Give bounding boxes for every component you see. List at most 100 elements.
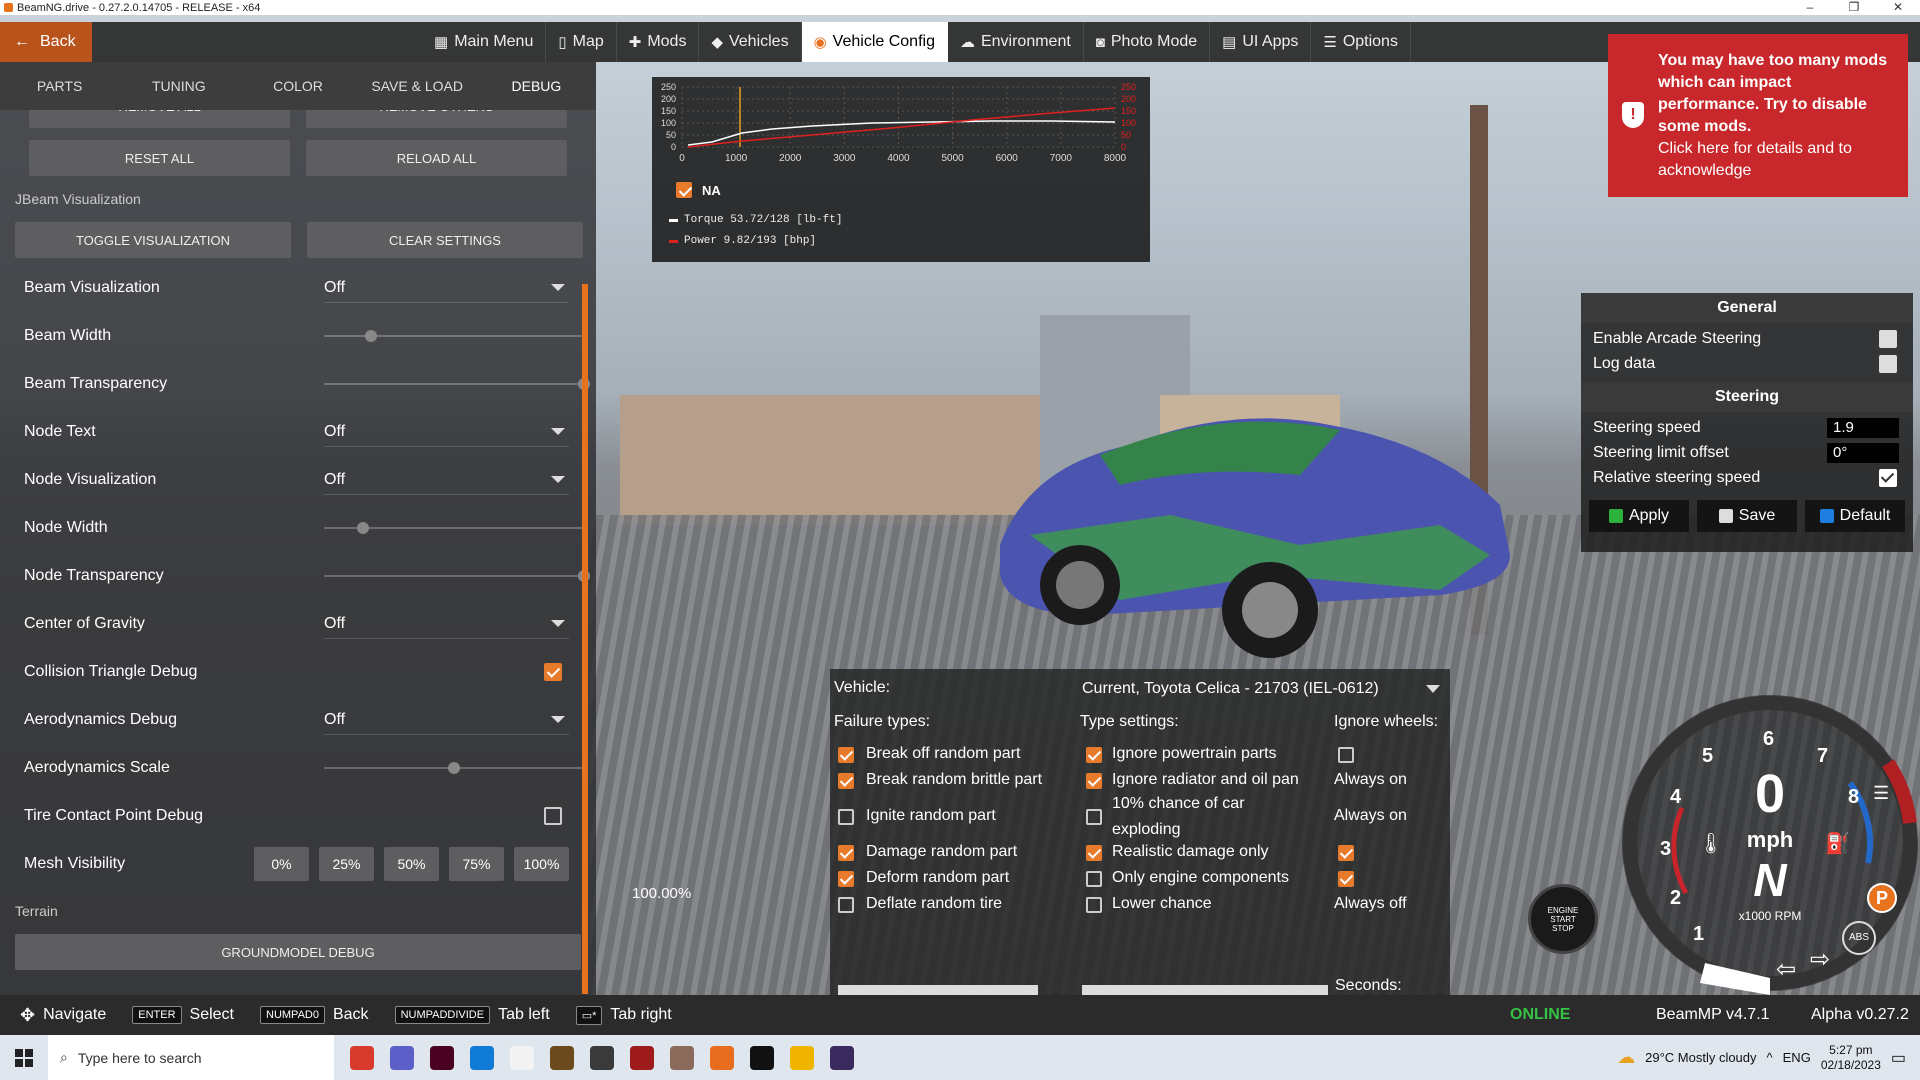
nav-environment[interactable]: ☁ Environment xyxy=(948,22,1084,62)
remove-all-button[interactable]: REMOVE ALL xyxy=(29,110,290,128)
failure-action-button[interactable] xyxy=(1082,985,1328,995)
engine-start-stop-button[interactable]: ENGINE START STOP xyxy=(1528,884,1598,954)
log-data-checkbox[interactable] xyxy=(1879,354,1897,373)
arcade-steering-checkbox[interactable] xyxy=(1879,329,1897,348)
chevron-up-icon[interactable]: ^ xyxy=(1767,1050,1773,1065)
steering-speed-input[interactable]: 1.9 xyxy=(1827,417,1899,438)
taskbar-app[interactable] xyxy=(782,1035,822,1080)
taskbar-app[interactable] xyxy=(662,1035,702,1080)
vehicle-config-icon: ◉ xyxy=(813,34,827,51)
slider-handle[interactable] xyxy=(448,762,460,774)
speed-unit: mph xyxy=(1746,827,1794,852)
tab-tuning[interactable]: TUNING xyxy=(119,78,238,94)
type-setting-checkbox[interactable] xyxy=(1086,845,1102,861)
maximize-button[interactable]: ❐ xyxy=(1832,0,1876,15)
center-of-gravity-select[interactable]: Off xyxy=(324,609,569,639)
slider-handle[interactable] xyxy=(364,330,377,342)
taskbar-app[interactable] xyxy=(382,1035,422,1080)
ignore-wheels-checkbox[interactable] xyxy=(1338,747,1354,763)
start-button[interactable] xyxy=(0,1035,48,1080)
nav-vehicles[interactable]: ◆ Vehicles xyxy=(699,22,802,62)
minimize-button[interactable]: – xyxy=(1788,0,1832,15)
ignore-wheels-checkbox[interactable] xyxy=(1338,845,1354,861)
aerodynamics-debug-select[interactable]: Off xyxy=(324,705,569,735)
collision-triangle-checkbox[interactable] xyxy=(544,663,562,681)
ignore-wheels-value[interactable]: Always off xyxy=(1334,895,1407,913)
type-setting-checkbox[interactable] xyxy=(1086,809,1102,825)
mods-warning-banner[interactable]: ! You may have too many mods which can i… xyxy=(1608,34,1908,197)
nav-photo-mode[interactable]: ◙ Photo Mode xyxy=(1084,22,1211,62)
taskbar-app[interactable] xyxy=(582,1035,622,1080)
nav-main-menu[interactable]: ▦ Main Menu xyxy=(422,22,547,62)
beam-visualization-select[interactable]: Off xyxy=(324,273,569,303)
ignore-wheels-value[interactable]: Always on xyxy=(1334,807,1407,825)
beam-width-slider[interactable] xyxy=(324,330,584,342)
failure-type-checkbox[interactable] xyxy=(838,773,854,789)
node-transparency-slider[interactable] xyxy=(324,570,590,582)
panel-scrollbar[interactable] xyxy=(582,284,588,994)
taskbar-app[interactable] xyxy=(742,1035,782,1080)
beam-transparency-slider[interactable] xyxy=(324,378,590,390)
mesh-50-button[interactable]: 50% xyxy=(384,847,439,881)
na-checkbox[interactable] xyxy=(676,182,692,198)
remove-others-button[interactable]: REMOVE OTHERS xyxy=(306,110,567,128)
tab-parts[interactable]: PARTS xyxy=(0,78,119,94)
failure-type-checkbox[interactable] xyxy=(838,897,854,913)
taskbar-app[interactable] xyxy=(622,1035,662,1080)
taskbar-app[interactable] xyxy=(342,1035,382,1080)
close-button[interactable]: ✕ xyxy=(1876,0,1920,15)
reload-all-button[interactable]: RELOAD ALL xyxy=(306,140,567,176)
nav-map[interactable]: ▯ Map xyxy=(546,22,617,62)
node-width-slider[interactable] xyxy=(324,522,584,534)
type-setting-checkbox[interactable] xyxy=(1086,897,1102,913)
steering-limit-input[interactable]: 0° xyxy=(1827,442,1899,463)
ignore-wheels-checkbox[interactable] xyxy=(1338,871,1354,887)
tab-color[interactable]: COLOR xyxy=(238,78,357,94)
mesh-25-button[interactable]: 25% xyxy=(319,847,374,881)
taskbar-app[interactable] xyxy=(542,1035,582,1080)
nav-mods[interactable]: ✚ Mods xyxy=(617,22,700,62)
taskbar-app[interactable] xyxy=(462,1035,502,1080)
reset-all-button[interactable]: RESET ALL xyxy=(29,140,290,176)
node-text-select[interactable]: Off xyxy=(324,417,569,447)
clear-settings-button[interactable]: CLEAR SETTINGS xyxy=(307,222,583,258)
failure-type-checkbox[interactable] xyxy=(838,845,854,861)
clock[interactable]: 5:27 pm 02/18/2023 xyxy=(1821,1043,1881,1073)
default-button[interactable]: Default xyxy=(1805,500,1905,532)
failure-type-checkbox[interactable] xyxy=(838,871,854,887)
taskbar-app[interactable] xyxy=(822,1035,862,1080)
relative-steering-checkbox[interactable] xyxy=(1879,468,1897,487)
type-setting-checkbox[interactable] xyxy=(1086,747,1102,763)
nav-ui-apps[interactable]: ▤ UI Apps xyxy=(1210,22,1312,62)
back-button[interactable]: ← Back xyxy=(0,22,92,62)
apply-button[interactable]: Apply xyxy=(1589,500,1689,532)
taskbar-app[interactable] xyxy=(422,1035,462,1080)
taskbar-search[interactable]: ⌕ Type here to search xyxy=(48,1035,334,1080)
tab-save-load[interactable]: SAVE & LOAD xyxy=(358,78,477,94)
tire-contact-checkbox[interactable] xyxy=(544,807,562,825)
tab-debug[interactable]: DEBUG xyxy=(477,78,596,94)
weather-text[interactable]: 29°C Mostly cloudy xyxy=(1645,1050,1756,1065)
slider-handle[interactable] xyxy=(357,522,369,534)
nav-vehicle-config[interactable]: ◉ Vehicle Config xyxy=(801,22,948,62)
taskbar-app[interactable] xyxy=(502,1035,542,1080)
aerodynamics-scale-slider[interactable] xyxy=(324,762,584,774)
vehicle-select[interactable]: Current, Toyota Celica - 21703 (IEL-0612… xyxy=(1082,677,1440,701)
toggle-visualization-button[interactable]: TOGGLE VISUALIZATION xyxy=(15,222,291,258)
save-button[interactable]: Save xyxy=(1697,500,1797,532)
mesh-0-button[interactable]: 0% xyxy=(254,847,309,881)
type-setting-checkbox[interactable] xyxy=(1086,871,1102,887)
failure-action-button[interactable] xyxy=(838,985,1038,995)
mesh-75-button[interactable]: 75% xyxy=(449,847,504,881)
nav-options[interactable]: ☰ Options xyxy=(1311,22,1411,62)
groundmodel-debug-button[interactable]: GROUNDMODEL DEBUG xyxy=(15,934,581,970)
taskbar-app[interactable] xyxy=(702,1035,742,1080)
failure-type-checkbox[interactable] xyxy=(838,747,854,763)
failure-type-checkbox[interactable] xyxy=(838,809,854,825)
notifications-icon[interactable]: ▭ xyxy=(1891,1048,1906,1068)
node-visualization-select[interactable]: Off xyxy=(324,465,569,495)
mesh-100-button[interactable]: 100% xyxy=(514,847,569,881)
ignore-wheels-value[interactable]: Always on xyxy=(1334,771,1407,789)
language-indicator[interactable]: ENG xyxy=(1783,1050,1811,1065)
type-setting-checkbox[interactable] xyxy=(1086,773,1102,789)
